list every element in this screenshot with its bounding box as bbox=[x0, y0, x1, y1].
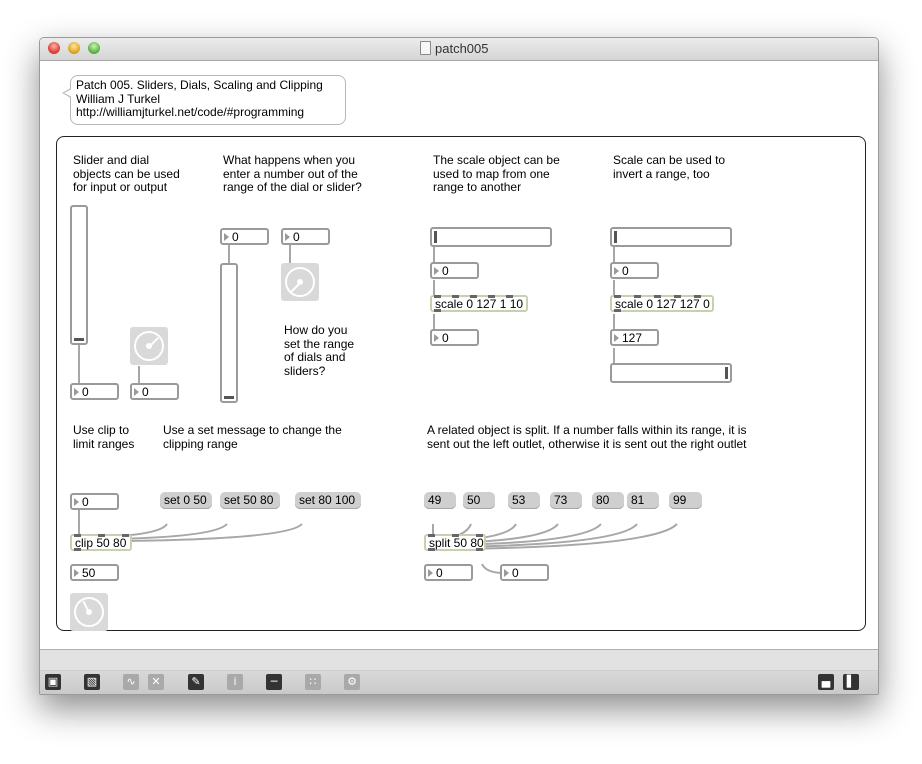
set-message-3[interactable]: set 80 100 bbox=[295, 492, 361, 509]
number-box-1[interactable]: 0 bbox=[70, 383, 119, 400]
comment-slider-dial: Slider and dial objects can be used for … bbox=[73, 153, 180, 194]
split-object[interactable]: split 50 80 bbox=[424, 534, 486, 551]
dial-3[interactable] bbox=[70, 593, 108, 631]
number-box-9[interactable]: 0 bbox=[70, 493, 119, 510]
presentation-icon[interactable]: ▧ bbox=[84, 674, 100, 690]
message-99[interactable]: 99 bbox=[669, 492, 702, 509]
window-title: patch005 bbox=[420, 41, 489, 56]
scale-object-1[interactable]: scale 0 127 1 10 bbox=[430, 295, 528, 312]
grid-icon[interactable]: ∷ bbox=[305, 674, 321, 690]
comment-split: A related object is split. If a number f… bbox=[427, 423, 747, 451]
dial-hub bbox=[86, 609, 92, 615]
comment-scale-invert: Scale can be used to invert a range, too bbox=[613, 153, 726, 181]
slider-4[interactable] bbox=[610, 227, 732, 247]
patch-cords-icon[interactable]: ∿ bbox=[123, 674, 139, 690]
comment-set-message: Use a set message to change the clipping… bbox=[163, 423, 342, 451]
slider-3[interactable] bbox=[430, 227, 552, 247]
number-arrow-icon bbox=[504, 569, 509, 577]
number-arrow-icon bbox=[614, 267, 619, 275]
slider-knob bbox=[725, 367, 728, 379]
number-box-3[interactable]: 0 bbox=[220, 228, 269, 245]
slider-knob bbox=[224, 396, 234, 399]
number-arrow-icon bbox=[434, 267, 439, 275]
number-arrow-icon bbox=[134, 388, 139, 396]
number-arrow-icon bbox=[285, 233, 290, 241]
patcher-canvas[interactable]: Patch 005. Sliders, Dials, Scaling and C… bbox=[40, 61, 878, 649]
number-box-12[interactable]: 0 bbox=[500, 564, 549, 581]
message-80[interactable]: 80 bbox=[592, 492, 624, 509]
number-box-7[interactable]: 0 bbox=[610, 262, 659, 279]
message-53[interactable]: 53 bbox=[508, 492, 540, 509]
window-title-text: patch005 bbox=[435, 41, 489, 56]
message-73[interactable]: 73 bbox=[550, 492, 582, 509]
message-50[interactable]: 50 bbox=[463, 492, 495, 509]
dial-hub bbox=[146, 343, 152, 349]
slider-knob bbox=[614, 231, 617, 243]
comment-clip: Use clip to limit ranges bbox=[73, 423, 135, 451]
set-message-2[interactable]: set 50 80 bbox=[220, 492, 280, 509]
comment-set-range: How do you set the range of dials and sl… bbox=[284, 323, 355, 378]
split-right-icon[interactable]: ▌ bbox=[843, 674, 859, 690]
minimize-window-button[interactable] bbox=[68, 42, 80, 54]
number-arrow-icon bbox=[434, 334, 439, 342]
number-box-10[interactable]: 50 bbox=[70, 564, 119, 581]
number-arrow-icon bbox=[74, 498, 79, 506]
number-arrow-icon bbox=[74, 388, 79, 396]
number-box-4[interactable]: 0 bbox=[281, 228, 330, 245]
number-box-6[interactable]: 0 bbox=[430, 329, 479, 346]
zoom-window-button[interactable] bbox=[88, 42, 100, 54]
number-arrow-icon bbox=[224, 233, 229, 241]
clip-object[interactable]: clip 50 80 bbox=[70, 534, 132, 551]
patcher-window: patch005 Patch 005. Sliders, Dials, Scal… bbox=[39, 37, 879, 695]
slider-knob bbox=[434, 231, 437, 243]
message-49[interactable]: 49 bbox=[424, 492, 456, 509]
document-icon bbox=[420, 41, 431, 55]
slider-1[interactable] bbox=[70, 205, 88, 345]
object-icon[interactable]: ─ bbox=[266, 674, 282, 690]
inspector-icon[interactable]: i bbox=[227, 674, 243, 690]
snapshot-icon[interactable]: ⚙ bbox=[344, 674, 360, 690]
close-window-button[interactable] bbox=[48, 42, 60, 54]
slider-2[interactable] bbox=[220, 263, 238, 403]
message-81[interactable]: 81 bbox=[627, 492, 659, 509]
number-box-5[interactable]: 0 bbox=[430, 262, 479, 279]
number-arrow-icon bbox=[74, 569, 79, 577]
number-arrow-icon bbox=[428, 569, 433, 577]
set-message-1[interactable]: set 0 50 bbox=[160, 492, 212, 509]
comment-scale-map: The scale object can be used to map from… bbox=[433, 153, 560, 194]
toolbar-strip bbox=[40, 650, 878, 671]
title-bar: patch005 bbox=[40, 38, 878, 61]
edit-mode-icon[interactable]: ✎ bbox=[188, 674, 204, 690]
scale-object-2[interactable]: scale 0 127 127 0 bbox=[610, 295, 714, 312]
number-box-8[interactable]: 127 bbox=[610, 329, 659, 346]
lock-icon[interactable]: ▣ bbox=[45, 674, 61, 690]
slider-5[interactable] bbox=[610, 363, 732, 383]
number-box-2[interactable]: 0 bbox=[130, 383, 179, 400]
split-left-icon[interactable]: ▄ bbox=[818, 674, 834, 690]
slider-knob bbox=[74, 338, 84, 341]
dial-hub bbox=[297, 279, 303, 285]
dial-2[interactable] bbox=[281, 263, 319, 301]
clear-icon[interactable]: ✕ bbox=[148, 674, 164, 690]
number-arrow-icon bbox=[614, 334, 619, 342]
number-box-11[interactable]: 0 bbox=[424, 564, 473, 581]
comment-out-of-range: What happens when you enter a number out… bbox=[223, 153, 362, 194]
dial-1[interactable] bbox=[130, 327, 168, 365]
patcher-toolbar: ▣ ▧ ∿ ✕ ✎ i ─ ∷ ⚙ ▄ ▌ bbox=[40, 649, 878, 694]
